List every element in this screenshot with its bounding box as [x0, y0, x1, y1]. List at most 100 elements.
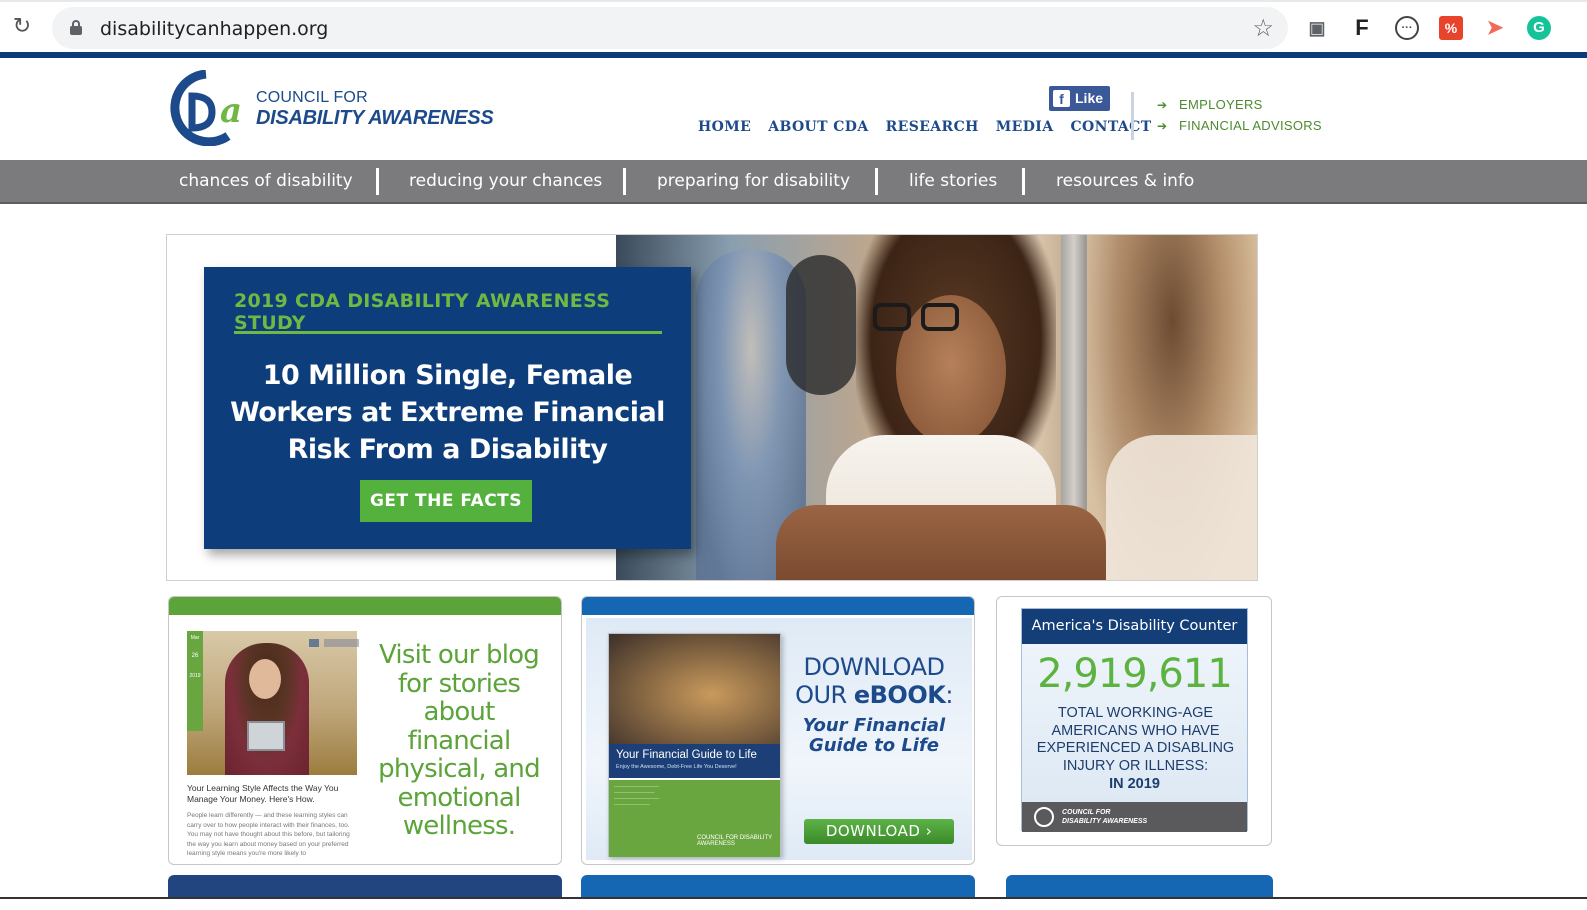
- blog-promo-line: for stories: [397, 668, 521, 699]
- window-bottom-edge: [0, 897, 1587, 910]
- address-bar[interactable]: disabilitycanhappen.org ☆: [52, 7, 1288, 49]
- blog-promo-line: wellness.: [402, 811, 516, 841]
- reload-icon[interactable]: ↻: [10, 14, 34, 38]
- browser-toolbar: ↻ disabilitycanhappen.org ☆ ▣ F ··· % ➤ …: [0, 0, 1587, 52]
- percent-icon[interactable]: %: [1439, 16, 1463, 40]
- nav-research[interactable]: RESEARCH: [886, 119, 979, 135]
- nav-contact[interactable]: CONTACT: [1071, 119, 1152, 135]
- hero-rule: [234, 331, 662, 334]
- chevron-right-icon: ›: [925, 822, 933, 840]
- employers-link[interactable]: ➔ EMPLOYERS: [1157, 94, 1322, 115]
- top-nav: HOME ABOUT CDA RESEARCH MEDIA CONTACT: [698, 119, 1152, 135]
- blog-promo-line: emotional: [397, 782, 522, 813]
- blog-mini-logo: [309, 639, 359, 647]
- top-rule: [0, 52, 1587, 58]
- blog-date-year: 2019: [189, 673, 201, 679]
- download-button[interactable]: DOWNLOAD ›: [804, 819, 954, 844]
- ebook-subtitle: Your Financial Guide to Life: [792, 716, 956, 756]
- menu-separator: [875, 168, 878, 195]
- ebook-heading-colon: :: [945, 681, 953, 709]
- menu-separator: [623, 168, 626, 195]
- get-the-facts-button[interactable]: GET THE FACTS: [360, 480, 532, 522]
- ebook-heading-line: DOWNLOAD: [803, 653, 945, 681]
- ebook-cover: Your Financial Guide to Life Enjoy the A…: [608, 633, 781, 857]
- hero-banner[interactable]: 2019 CDA DISABILITY AWARENESS STUDY 10 M…: [166, 234, 1258, 581]
- ebook-heading-line: OUR eBOOK:: [792, 681, 956, 709]
- bookmark-star-icon[interactable]: ☆: [1252, 14, 1274, 43]
- counter-text-line: EXPERIENCED A DISABLING: [1036, 740, 1235, 756]
- ebook-card[interactable]: Your Financial Guide to Life Enjoy the A…: [581, 596, 975, 865]
- blog-promo-text: Visit our blog for stories about financi…: [367, 641, 551, 841]
- menu-chances[interactable]: chances of disability: [179, 171, 353, 191]
- ebook-cover-subtitle: Enjoy the Awesome, Debt-Free Life You De…: [616, 764, 737, 770]
- ebook-heading: DOWNLOAD OUR eBOOK:: [792, 653, 956, 709]
- menu-resources[interactable]: resources & info: [1056, 171, 1194, 191]
- financial-advisors-link[interactable]: ➔ FINANCIAL ADVISORS: [1157, 115, 1322, 136]
- nav-about[interactable]: ABOUT CDA: [768, 119, 868, 135]
- header-divider: [1131, 92, 1134, 140]
- counter-number: 2,919,611: [1037, 651, 1233, 697]
- facebook-icon: f: [1053, 90, 1070, 107]
- ebook-heading-our: OUR: [795, 681, 854, 709]
- logo-line2: DISABILITY AWARENESS: [256, 107, 494, 129]
- blog-date-month: Mar: [190, 635, 200, 641]
- hero-kicker: 2019 CDA DISABILITY AWARENESS STUDY: [234, 290, 611, 334]
- counter-year: IN 2019: [1109, 776, 1160, 792]
- ebook-subtitle-line: Your Financial: [802, 715, 946, 736]
- menu-life-stories[interactable]: life stories: [909, 171, 997, 191]
- counter-text-line: TOTAL WORKING-AGE: [1057, 705, 1214, 721]
- arrow-right-icon: ➔: [1157, 97, 1168, 112]
- hero-headline: 10 Million Single, Female Workers at Ext…: [226, 357, 669, 468]
- play-icon[interactable]: ➤: [1483, 16, 1507, 40]
- menu-reducing[interactable]: reducing your chances: [409, 171, 602, 191]
- employers-label: EMPLOYERS: [1179, 97, 1263, 112]
- blog-date-strip: Mar 26 2019: [187, 631, 203, 731]
- counter-footer-text: COUNCIL FOR DISABILITY AWARENESS: [1062, 808, 1147, 826]
- facebook-like-label: Like: [1075, 90, 1104, 106]
- facebook-like-button[interactable]: f Like: [1049, 86, 1110, 111]
- counter-footer-line: DISABILITY AWARENESS: [1062, 818, 1148, 825]
- logo-line1: COUNCIL FOR: [256, 89, 368, 106]
- hero-photo: [616, 235, 1257, 580]
- blog-date-day: 26: [191, 653, 199, 659]
- card-top-bar: [582, 597, 974, 615]
- counter-title: America's Disability Counter: [1022, 609, 1247, 644]
- hero-headline-line: Risk From a Disability: [287, 434, 608, 465]
- download-label: DOWNLOAD: [825, 822, 921, 840]
- dots-icon[interactable]: ···: [1395, 16, 1419, 40]
- hero-headline-line: 10 Million Single, Female: [262, 360, 633, 391]
- cda-mini-logo-icon: [1034, 807, 1054, 827]
- ebook-cover-panel: —————————— ————————— —————————— ———————— CO…: [609, 780, 780, 857]
- camera-icon[interactable]: ▣: [1305, 16, 1329, 40]
- audience-links: ➔ EMPLOYERS ➔ FINANCIAL ADVISORS: [1157, 94, 1322, 136]
- hero-card: 2019 CDA DISABILITY AWARENESS STUDY 10 M…: [204, 267, 691, 549]
- counter-footer-line: COUNCIL FOR: [1062, 809, 1111, 816]
- nav-home[interactable]: HOME: [698, 119, 751, 135]
- cda-logo-mark: a: [170, 70, 242, 146]
- counter-description: TOTAL WORKING-AGE AMERICANS WHO HAVE EXP…: [1026, 705, 1245, 775]
- blog-caption: Your Learning Style Affects the Way You …: [187, 783, 339, 804]
- hero-headline-line: Workers at Extreme Financial: [230, 397, 665, 428]
- grammarly-icon[interactable]: G: [1527, 16, 1551, 40]
- ebook-subtitle-line: Guide to Life: [808, 735, 940, 756]
- counter-text-line: AMERICANS WHO HAVE: [1051, 722, 1220, 739]
- f-icon[interactable]: F: [1350, 16, 1374, 40]
- disability-counter-card[interactable]: America's Disability Counter 2,919,611 T…: [996, 596, 1272, 846]
- ebook-cover-photo: [609, 634, 780, 744]
- financial-advisors-label: FINANCIAL ADVISORS: [1179, 118, 1322, 133]
- nav-media[interactable]: MEDIA: [996, 119, 1054, 135]
- blog-thumbnail: Mar 26 2019 Your Learning Style Affects …: [187, 631, 359, 857]
- blog-excerpt: People learn differently — and these lea…: [187, 812, 350, 857]
- svg-text:a: a: [220, 91, 242, 131]
- blog-promo-line: physical, and: [378, 754, 540, 784]
- arrow-right-icon: ➔: [1157, 118, 1168, 133]
- lock-icon: [70, 20, 82, 35]
- ebook-cover-title: Your Financial Guide to Life: [609, 744, 780, 778]
- url-text[interactable]: disabilitycanhappen.org: [100, 18, 328, 40]
- menu-separator: [1022, 168, 1025, 195]
- blog-card[interactable]: Mar 26 2019 Your Learning Style Affects …: [168, 596, 562, 865]
- site-logo[interactable]: a COUNCIL FOR DISABILITY AWARENESS: [166, 70, 496, 150]
- blog-promo-line: about: [423, 697, 495, 727]
- menu-preparing[interactable]: preparing for disability: [657, 171, 850, 191]
- ebook-cover-logo: COUNCIL FOR DISABILITY AWARENESS: [697, 835, 773, 847]
